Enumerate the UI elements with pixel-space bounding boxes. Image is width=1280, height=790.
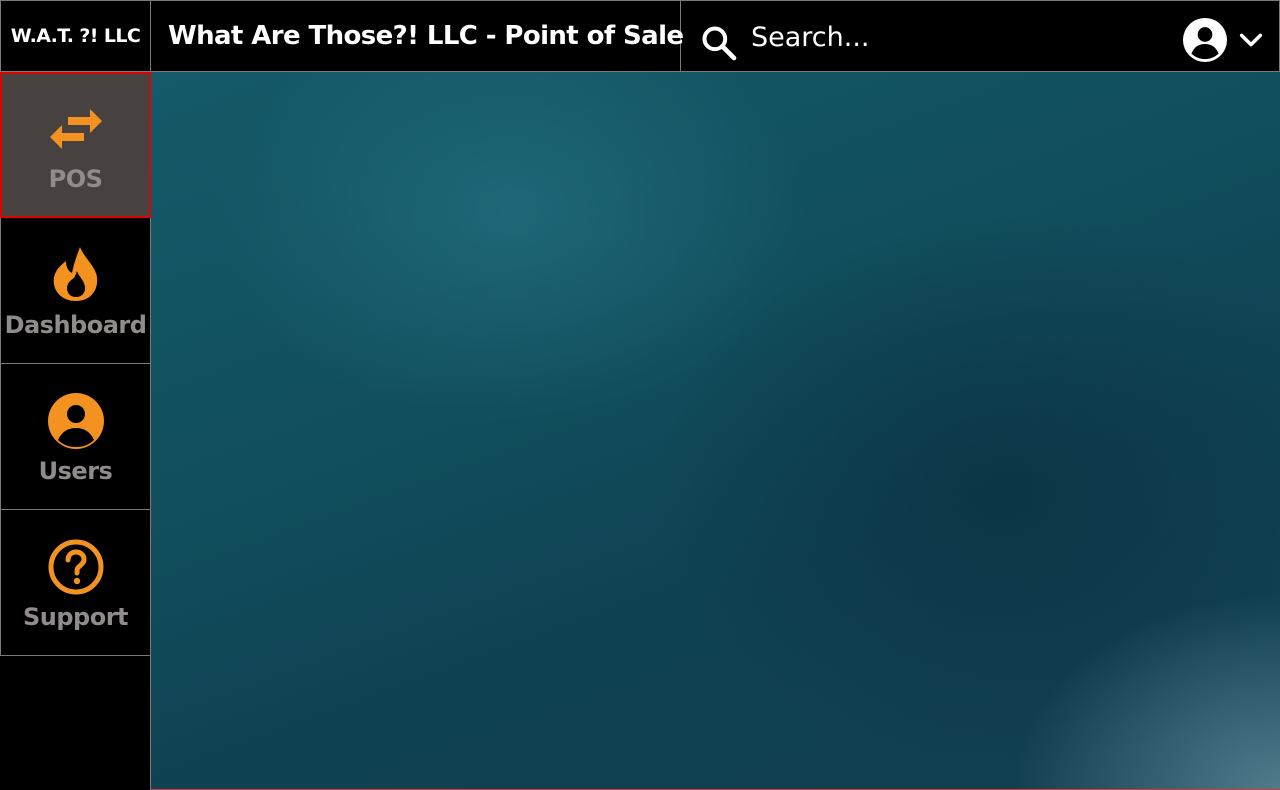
brand-logo[interactable]: W.A.T. ?! LLC: [0, 0, 151, 72]
search-bar: [681, 0, 1280, 72]
sidebar-item-label: Users: [38, 456, 113, 485]
flame-icon: [53, 246, 97, 301]
app-window: W.A.T. ?! LLC What Are Those?! LLC - Poi…: [0, 0, 1280, 790]
search-icon[interactable]: [699, 23, 739, 63]
page-title: What Are Those?! LLC - Point of Sale: [151, 0, 684, 72]
sidebar-item-dashboard[interactable]: Dashboard: [0, 218, 151, 364]
sidebar-item-label: Support: [22, 602, 129, 631]
top-bar: W.A.T. ?! LLC What Are Those?! LLC - Poi…: [0, 0, 1280, 72]
search-input[interactable]: [751, 15, 1151, 59]
swap-arrows-icon: [49, 109, 102, 149]
sidebar-item-pos[interactable]: POS: [0, 72, 151, 218]
sidebar-item-label: Dashboard: [4, 310, 147, 339]
sidebar-item-users[interactable]: Users: [0, 364, 151, 510]
user-circle-icon: [47, 392, 104, 449]
sidebar: POS Dashboard Users Support: [0, 72, 151, 790]
sidebar-item-support[interactable]: Support: [0, 510, 151, 656]
chevron-down-icon[interactable]: [1237, 26, 1265, 54]
sidebar-item-label: POS: [48, 165, 103, 193]
main-content: [151, 72, 1280, 790]
user-menu[interactable]: [1183, 18, 1265, 62]
help-circle-icon: [48, 539, 103, 594]
account-circle-icon[interactable]: [1183, 18, 1227, 62]
